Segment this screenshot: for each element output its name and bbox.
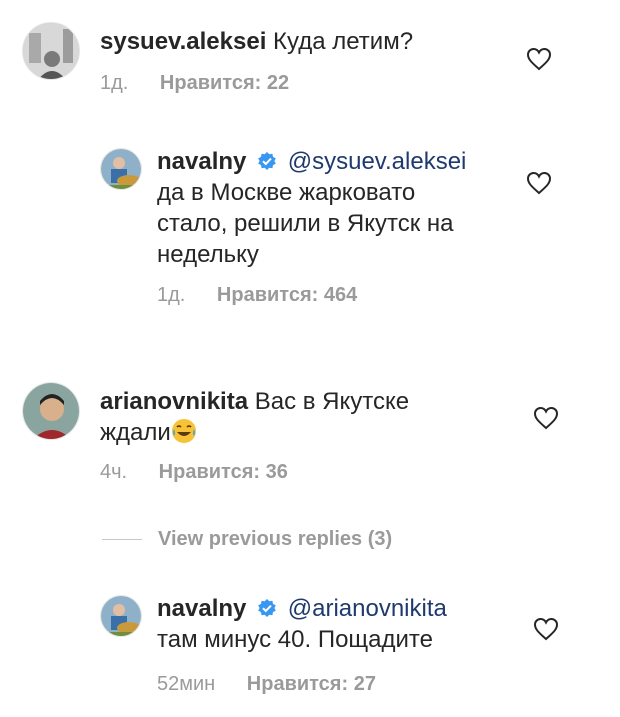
comment-1-likes[interactable]: Нравится: 22 <box>160 72 289 94</box>
divider <box>102 539 142 541</box>
verified-badge-icon <box>258 152 276 170</box>
comment-3-time[interactable]: 4ч. <box>100 461 127 483</box>
avatar-arianovnikita[interactable] <box>22 382 80 440</box>
comment-4-time[interactable]: 52мин <box>157 673 215 695</box>
comment-4-meta: 52мин Нравится: 27 <box>157 673 376 696</box>
view-previous-replies-button[interactable]: View previous replies (3) <box>102 528 392 551</box>
avatar-sysuev-aleksei[interactable] <box>22 22 80 80</box>
comment-2-text: navalny @sysuev.aleksei да в Москве жарк… <box>157 146 466 270</box>
comment-4-mention[interactable]: @arianovnikita <box>288 595 447 622</box>
comment-2-line-1: да в Москве жарковато <box>157 179 416 206</box>
comment-2-username[interactable]: navalny <box>157 148 246 175</box>
comment-3-username[interactable]: arianovnikita <box>100 388 248 415</box>
comment-1-time[interactable]: 1д. <box>100 72 128 94</box>
heart-icon[interactable] <box>533 617 559 641</box>
comment-4-body: там минус 40. Пощадите <box>157 626 433 653</box>
avatar-image <box>23 23 79 79</box>
comment-1-body: Куда летим? <box>273 28 414 55</box>
comment-2-meta: 1д. Нравится: 464 <box>157 284 357 307</box>
avatar-navalny[interactable] <box>100 148 142 190</box>
view-previous-replies-label: View previous replies (3) <box>158 528 393 550</box>
joy-emoji-icon <box>171 419 196 443</box>
comment-3-body-line-2: ждали <box>100 419 171 446</box>
avatar-image <box>101 596 141 636</box>
avatar-image <box>101 149 141 189</box>
comment-1-meta: 1д. Нравится: 22 <box>100 72 289 95</box>
heart-icon[interactable] <box>526 47 552 71</box>
comment-1-text: sysuev.aleksei Куда летим? <box>100 26 413 57</box>
heart-icon[interactable] <box>526 171 552 195</box>
comment-3-text: arianovnikita Вас в Якутске ждали <box>100 386 409 448</box>
comment-3-meta: 4ч. Нравится: 36 <box>100 461 288 484</box>
avatar-image <box>23 383 79 439</box>
avatar-navalny[interactable] <box>100 595 142 637</box>
comment-1-username[interactable]: sysuev.aleksei <box>100 28 266 55</box>
comment-2-time[interactable]: 1д. <box>157 284 185 306</box>
comment-2-likes[interactable]: Нравится: 464 <box>217 284 357 306</box>
comment-4-username[interactable]: navalny <box>157 595 246 622</box>
heart-icon[interactable] <box>533 406 559 430</box>
comment-3-likes[interactable]: Нравится: 36 <box>159 461 288 483</box>
verified-badge-icon <box>258 599 276 617</box>
comment-3-body-line-1: Вас в Якутске <box>254 388 410 415</box>
comment-2-mention[interactable]: @sysuev.aleksei <box>288 148 467 175</box>
comment-4-likes[interactable]: Нравится: 27 <box>247 673 376 695</box>
comment-2-line-3: недельку <box>157 241 259 268</box>
comment-2-line-2: стало, решили в Якутск на <box>157 210 454 237</box>
comment-4-text: navalny @arianovnikita там минус 40. Пощ… <box>157 593 447 655</box>
